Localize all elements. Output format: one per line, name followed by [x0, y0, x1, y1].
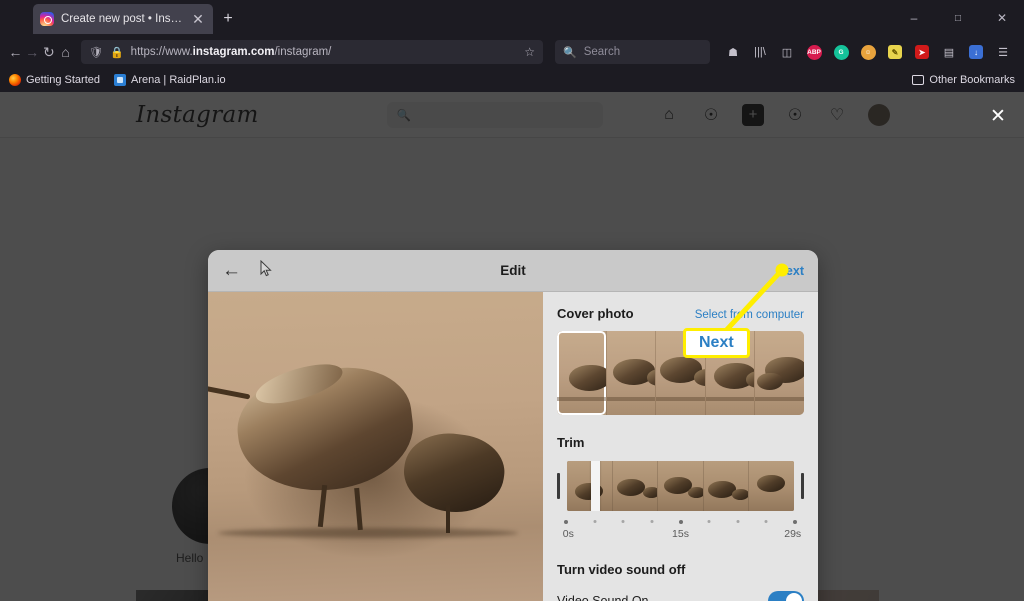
blue-extension-icon[interactable]: ↓ [963, 39, 989, 65]
home-button[interactable]: ⌂ [58, 39, 73, 65]
bird-chick [399, 427, 509, 519]
trim-section: Trim 0s 15s 29s [557, 435, 804, 542]
bird-leg [354, 487, 363, 531]
instagram-page: Instagram 🔍 ⌂ ☉ + ☉ ♡ Hello [0, 92, 1024, 601]
maximize-button[interactable]: □ [936, 0, 980, 36]
forward-button[interactable]: → [25, 39, 40, 65]
folder-icon [912, 75, 925, 85]
bookmark-getting-started[interactable]: Getting Started [9, 74, 100, 86]
cover-frame[interactable] [557, 331, 606, 415]
navigation-toolbar: ← → ↻ ⌂ 🛡 🔒 https://www.instagram.com/in… [0, 36, 1024, 68]
new-tab-button[interactable]: + [220, 11, 236, 27]
annotation-callout-text: Next [699, 334, 734, 351]
modal-header: ← Edit Next [208, 250, 818, 292]
shield-icon: 🛡 [89, 46, 103, 59]
trim-handle-left[interactable] [557, 473, 560, 499]
cover-photo-filmstrip[interactable] [557, 331, 804, 415]
edit-modal: ← Edit Next Cover photo Select from comp… [208, 250, 818, 601]
lock-icon: 🔒 [109, 46, 124, 59]
sound-section-title: Turn video sound off [557, 562, 686, 577]
url-text: https://www.instagram.com/instagram/ [130, 46, 332, 58]
extensions-row: ☗ |||\ ◫ ABP G ☺ ✎ ➤ ▤ ↓ ☰ [720, 39, 1016, 65]
trim-label-start: 0s [562, 528, 574, 540]
video-preview[interactable] [208, 292, 543, 601]
trim-frame [657, 461, 703, 511]
trim-handle-right[interactable] [801, 473, 804, 499]
cover-photo-header: Cover photo Select from computer [557, 306, 804, 321]
next-button[interactable]: Next [777, 264, 804, 278]
select-from-computer-link[interactable]: Select from computer [695, 309, 804, 321]
trim-tick [707, 520, 711, 523]
ground-shadow [218, 528, 518, 538]
trim-tick [593, 520, 597, 523]
highlighter-icon[interactable]: ✎ [882, 39, 908, 65]
trim-ticks [564, 518, 797, 527]
trim-tick [564, 519, 568, 524]
adblock-plus-icon[interactable]: ABP [801, 39, 827, 65]
trim-label-mid: 15s [672, 528, 689, 540]
trim-frame [748, 461, 794, 511]
edit-options-panel: Cover photo Select from computer Trim 0s… [543, 292, 818, 601]
modal-title: Edit [500, 263, 526, 278]
instagram-favicon [40, 12, 54, 26]
app-menu-icon[interactable]: ☰ [990, 39, 1016, 65]
bookmark-label: Getting Started [26, 74, 100, 86]
sound-state-label: Video Sound On [557, 594, 649, 601]
address-bar[interactable]: 🛡 🔒 https://www.instagram.com/instagram/… [81, 40, 543, 64]
annotation-callout: Next [683, 328, 750, 358]
trim-tick [736, 520, 740, 523]
tab-close-icon[interactable]: ✕ [190, 12, 206, 26]
search-placeholder: Search [583, 46, 621, 58]
trim-tick [650, 520, 654, 523]
window-close-button[interactable]: ✕ [980, 0, 1024, 36]
other-bookmarks-button[interactable]: Other Bookmarks [912, 74, 1015, 86]
grammarly-icon[interactable]: G [828, 39, 854, 65]
card-icon[interactable]: ▤ [936, 39, 962, 65]
bookmark-raidplan[interactable]: Arena | RaidPlan.io [114, 74, 226, 86]
minimize-button[interactable]: – [892, 0, 936, 36]
library-icon[interactable]: |||\ [747, 39, 773, 65]
firefox-icon [9, 74, 21, 86]
trim-tick [764, 520, 768, 523]
bird-leg [317, 484, 328, 528]
trim-control[interactable] [557, 460, 804, 512]
trim-tick [678, 519, 683, 524]
browser-window: Create new post • Instagram ✕ + – □ ✕ ← … [0, 0, 1024, 601]
sound-toggle-switch[interactable] [768, 591, 804, 601]
chick-leg [446, 505, 450, 533]
browser-tab[interactable]: Create new post • Instagram ✕ [33, 4, 213, 34]
trim-labels: 0s 15s 29s [562, 528, 801, 542]
honey-icon[interactable]: ☺ [855, 39, 881, 65]
reload-button[interactable]: ↻ [42, 39, 57, 65]
trim-tick [621, 520, 625, 523]
bookmark-star-icon[interactable]: ☆ [524, 45, 535, 59]
pocket-icon[interactable]: ☗ [720, 39, 746, 65]
cover-frame[interactable] [605, 331, 656, 415]
cover-frame[interactable] [754, 331, 804, 415]
raidplan-icon [114, 74, 126, 86]
window-controls: – □ ✕ [892, 0, 1024, 36]
tab-title: Create new post • Instagram [61, 13, 183, 25]
search-icon: 🔍 [563, 46, 577, 59]
back-button[interactable]: ← [8, 39, 23, 65]
bookmark-label: Arena | RaidPlan.io [131, 74, 226, 86]
trim-tick [793, 519, 797, 524]
bookmarks-bar: Getting Started Arena | RaidPlan.io Othe… [0, 68, 1024, 92]
cover-photo-title: Cover photo [557, 306, 634, 321]
trim-frame [702, 461, 749, 511]
red-extension-icon[interactable]: ➤ [909, 39, 935, 65]
sound-toggle-row: Video Sound On [557, 591, 804, 601]
search-bar[interactable]: 🔍 Search [555, 40, 710, 64]
sidebar-icon[interactable]: ◫ [774, 39, 800, 65]
trim-title: Trim [557, 435, 585, 450]
trim-frame [611, 461, 658, 511]
trim-filmstrip[interactable] [567, 461, 794, 511]
bird-adult [231, 359, 420, 501]
trim-playhead[interactable] [591, 461, 600, 511]
close-overlay-button[interactable]: ✕ [986, 104, 1010, 128]
trim-frame [567, 461, 612, 511]
trim-label-end: 29s [784, 528, 802, 540]
title-bar: Create new post • Instagram ✕ + – □ ✕ [0, 0, 1024, 36]
other-bookmarks-label: Other Bookmarks [929, 74, 1015, 86]
